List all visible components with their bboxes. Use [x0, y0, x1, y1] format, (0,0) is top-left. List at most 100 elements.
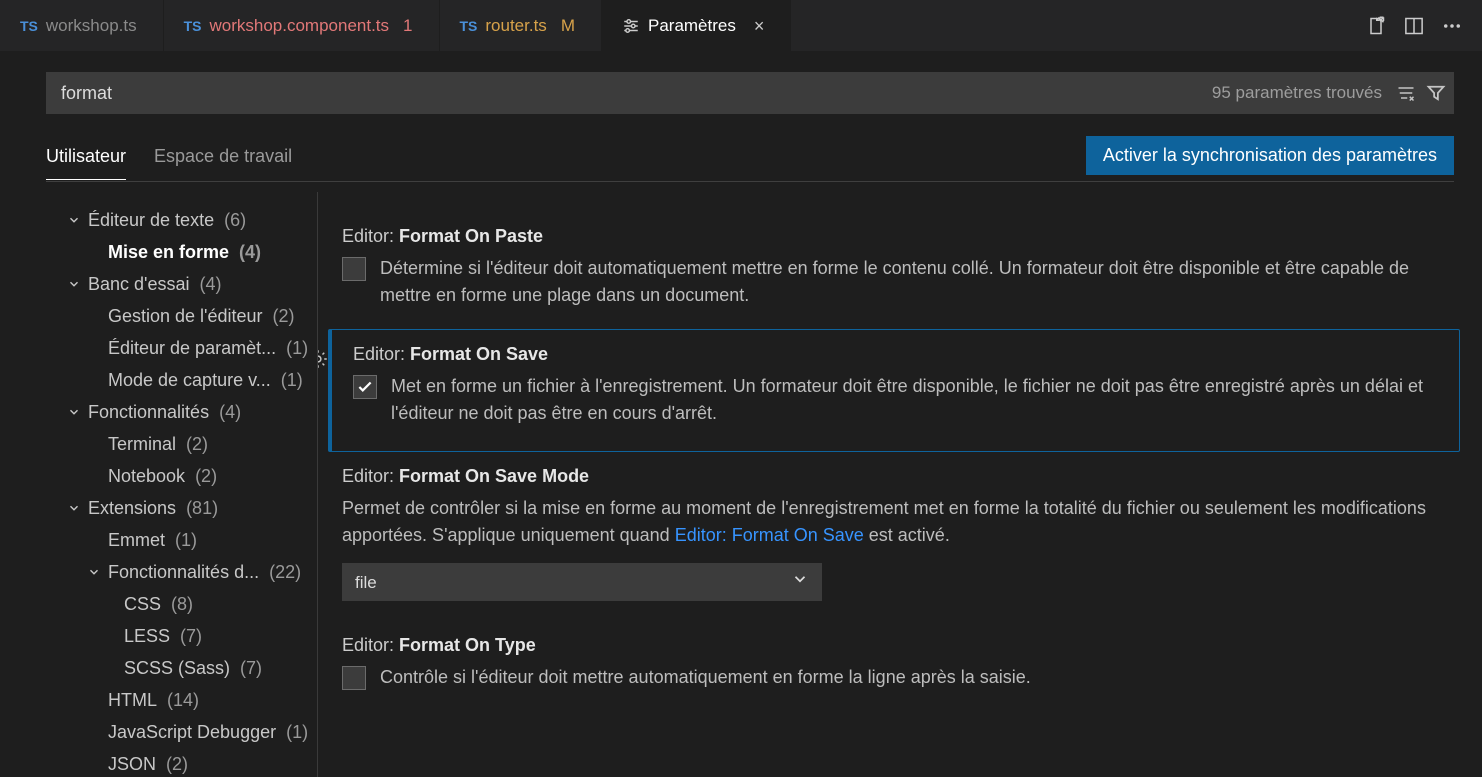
typescript-icon: TS: [20, 18, 38, 34]
setting-prefix: Editor:: [353, 344, 410, 364]
tab-label: Paramètres: [648, 16, 736, 36]
toc-item[interactable]: Éditeur de paramèt...(1): [46, 332, 317, 364]
toc-item[interactable]: LESS (7): [46, 620, 317, 652]
toc-item-label: Extensions: [88, 492, 176, 524]
toc-item-label: Mise en forme: [108, 236, 229, 268]
toc-item-label: Fonctionnalités: [88, 396, 209, 428]
select-value: file: [355, 569, 377, 596]
toc-item-label: Emmet: [108, 524, 165, 556]
toc-item-count: (7): [240, 652, 262, 684]
toc-item-label: HTML: [108, 684, 157, 716]
tab-router[interactable]: TS router.ts M: [440, 0, 602, 51]
chevron-down-icon: [66, 501, 82, 515]
toc-item[interactable]: HTML (14): [46, 684, 317, 716]
toc-item[interactable]: JavaScript Debugger(1): [46, 716, 317, 748]
enable-settings-sync-button[interactable]: Activer la synchronisation des paramètre…: [1086, 136, 1454, 175]
toc-item-count: (1): [286, 332, 308, 364]
toc-item-count: (4): [200, 268, 222, 300]
toc-item-label: SCSS (Sass): [124, 652, 230, 684]
toc-item-label: LESS: [124, 620, 170, 652]
toc-item-label: Terminal: [108, 428, 176, 460]
tab-problem-count: 1: [403, 16, 412, 36]
open-in-json-icon[interactable]: [1366, 16, 1386, 36]
scope-tab-workspace[interactable]: Espace de travail: [154, 138, 292, 179]
toc-item-count: (81): [186, 492, 218, 524]
setting-description: Met en forme un fichier à l'enregistreme…: [391, 373, 1439, 427]
checkbox-format-on-save[interactable]: [353, 375, 377, 399]
setting-format-on-paste: Editor: Format On Paste Détermine si l'é…: [342, 212, 1458, 329]
toc-item[interactable]: Fonctionnalités d... (22): [46, 556, 317, 588]
setting-key: Format On Type: [399, 635, 536, 655]
setting-description: Détermine si l'éditeur doit automatiquem…: [380, 255, 1448, 309]
chevron-down-icon: [66, 405, 82, 419]
toc-item-count: (1): [281, 364, 303, 396]
toc-item-label: CSS: [124, 588, 161, 620]
scope-tab-user[interactable]: Utilisateur: [46, 138, 126, 180]
setting-description: Contrôle si l'éditeur doit mettre automa…: [380, 664, 1031, 691]
toc-item[interactable]: Extensions (81): [46, 492, 317, 524]
setting-description-after: est activé.: [864, 525, 950, 545]
split-editor-icon[interactable]: [1404, 16, 1424, 36]
settings-toc: Éditeur de texte(6)Mise en forme(4)Banc …: [14, 192, 318, 777]
tab-modified-badge: M: [561, 16, 575, 36]
toc-item-count: (2): [186, 428, 208, 460]
toc-item[interactable]: Banc d'essai(4): [46, 268, 317, 300]
setting-prefix: Editor:: [342, 466, 399, 486]
settings-list: Editor: Format On Paste Détermine si l'é…: [318, 192, 1482, 777]
tab-workshop-component[interactable]: TS workshop.component.ts 1: [164, 0, 440, 51]
toc-item[interactable]: CSS (8): [46, 588, 317, 620]
checkbox-format-on-paste[interactable]: [342, 257, 366, 281]
chevron-down-icon: [66, 213, 82, 227]
toc-item[interactable]: Éditeur de texte (6): [46, 204, 317, 236]
tab-label: router.ts: [485, 16, 546, 36]
toc-item-count: (2): [166, 748, 188, 777]
select-format-on-save-mode[interactable]: file: [342, 563, 822, 601]
toc-item-label: Notebook: [108, 460, 185, 492]
toc-item[interactable]: Gestion de l'éditeur (2): [46, 300, 317, 332]
settings-sliders-icon: [622, 17, 640, 35]
tab-workshop[interactable]: TS workshop.ts: [0, 0, 164, 51]
toc-item-count: (4): [219, 396, 241, 428]
search-result-count: 95 paramètres trouvés: [1212, 83, 1382, 103]
setting-key: Format On Paste: [399, 226, 543, 246]
tab-settings[interactable]: Paramètres ×: [602, 0, 791, 51]
close-icon[interactable]: ×: [754, 17, 765, 35]
toc-item-label: Éditeur de texte: [88, 204, 214, 236]
toc-item[interactable]: Emmet(1): [46, 524, 317, 556]
toc-item[interactable]: Fonctionnalités (4): [46, 396, 317, 428]
setting-prefix: Editor:: [342, 226, 399, 246]
toc-item-label: Gestion de l'éditeur: [108, 300, 263, 332]
toc-item[interactable]: Terminal (2): [46, 428, 317, 460]
tab-actions: [1346, 0, 1482, 51]
toc-item-count: (22): [269, 556, 301, 588]
tab-label: workshop.component.ts: [209, 16, 389, 36]
toc-item[interactable]: Mise en forme (4): [46, 236, 317, 268]
toc-item-label: Fonctionnalités d...: [108, 556, 259, 588]
gear-icon[interactable]: [318, 349, 328, 372]
chevron-down-icon: [66, 277, 82, 291]
toc-item-count: (2): [195, 460, 217, 492]
toc-item-count: (8): [171, 588, 193, 620]
toc-item[interactable]: Mode de capture v... (1): [46, 364, 317, 396]
setting-format-on-save: Editor: Format On Save Met en forme un f…: [328, 329, 1460, 452]
toc-item-count: (6): [224, 204, 246, 236]
search-query-text: format: [61, 83, 112, 104]
chevron-down-icon: [791, 569, 809, 596]
setting-key: Format On Save Mode: [399, 466, 589, 486]
setting-link-format-on-save[interactable]: Editor: Format On Save: [675, 525, 864, 545]
toc-item[interactable]: Notebook (2): [46, 460, 317, 492]
toc-item-count: (14): [167, 684, 199, 716]
filter-icon[interactable]: [1426, 83, 1446, 103]
clear-search-icon[interactable]: [1396, 83, 1416, 103]
more-actions-icon[interactable]: [1442, 16, 1462, 36]
typescript-icon: TS: [184, 18, 202, 34]
toc-item[interactable]: JSON(2): [46, 748, 317, 777]
checkbox-format-on-type[interactable]: [342, 666, 366, 690]
editor-tabs-bar: TS workshop.ts TS workshop.component.ts …: [0, 0, 1482, 52]
toc-item-count: (2): [273, 300, 295, 332]
toc-item-label: JavaScript Debugger: [108, 716, 276, 748]
toc-item-count: (4): [239, 236, 261, 268]
toc-item-count: (7): [180, 620, 202, 652]
toc-item[interactable]: SCSS (Sass) (7): [46, 652, 317, 684]
toc-item-label: Mode de capture v...: [108, 364, 271, 396]
